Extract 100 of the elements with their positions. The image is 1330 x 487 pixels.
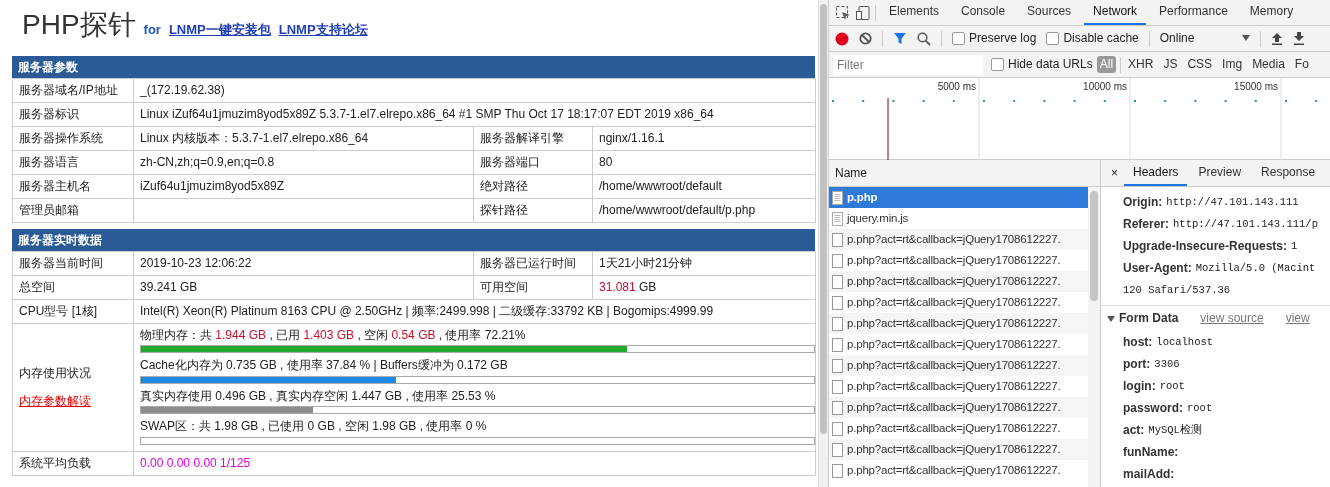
file-icon xyxy=(832,232,843,247)
type-filter[interactable]: CSS xyxy=(1184,56,1216,73)
detail-tab[interactable]: Response xyxy=(1252,160,1325,186)
request-row[interactable]: p.php xyxy=(829,187,1089,208)
caret-icon xyxy=(1241,35,1250,42)
memory-stat-text: 真实内存使用 0.496 GB , 真实内存空闲 1.447 GB , 使用率 25.53 % xyxy=(140,388,496,403)
detail-tab[interactable]: Headers xyxy=(1124,160,1188,186)
document-icon xyxy=(832,211,843,226)
field-name: host: xyxy=(1123,334,1153,350)
value-text: 80 xyxy=(599,155,613,170)
type-filter[interactable]: JS xyxy=(1160,56,1181,73)
throttle-select[interactable]: Online xyxy=(1159,31,1250,46)
value-text: /home/wwwroot/default xyxy=(599,179,722,194)
value-text: Linux iZuf64u1jmuzim8yod5x89Z 5.3.7-1.el7.elrepo.x86_64 #1 SMP Thu Oct 17 18:17:07 EDT 2019 x86_64 xyxy=(140,107,714,122)
filter-field[interactable]: Filter xyxy=(833,54,983,75)
devtools-tab[interactable]: Console xyxy=(952,0,1015,25)
request-row[interactable]: jquery.min.js xyxy=(829,208,1089,229)
checkbox[interactable] xyxy=(991,58,1004,71)
memory-stat-text: 物理内存：共 1.944 GB , 已用 1.403 GB , 空闲 0.54 GB , 使用率 72.21% xyxy=(140,328,526,342)
request-row[interactable]: p.php?act=rt&callback=jQuery1708612227. xyxy=(829,313,1089,334)
disclosure-triangle-icon[interactable] xyxy=(1107,314,1115,323)
devtools-tab[interactable]: Memory xyxy=(1240,0,1303,25)
download-icon[interactable] xyxy=(1292,32,1305,45)
request-row[interactable]: p.php?act=rt&callback=jQuery1708612227. xyxy=(829,229,1089,250)
file-icon xyxy=(832,442,843,457)
tick-label: 10000 ms xyxy=(1083,81,1127,92)
row-label: 内存使用状况 xyxy=(19,365,92,381)
type-filter[interactable]: Media xyxy=(1249,56,1288,73)
file-icon xyxy=(832,274,843,289)
row-label: 服务器主机名 xyxy=(19,179,91,194)
view-link[interactable]: view source xyxy=(1200,311,1264,326)
file-icon xyxy=(832,421,843,436)
inspect-icon[interactable] xyxy=(835,4,851,21)
header-value: http://47.101.143.111/p xyxy=(1173,217,1318,231)
request-row[interactable]: p.php?act=rt&callback=jQuery1708612227. xyxy=(829,355,1089,376)
file-icon xyxy=(832,400,843,415)
value-text: /home/wwwroot/default/p.php xyxy=(599,203,756,218)
row-label: 服务器端口 xyxy=(480,155,540,170)
field-value: MySQL检测 xyxy=(1148,423,1202,437)
checkbox[interactable] xyxy=(1046,32,1060,45)
value-text: 2019-10-23 12:06:22 xyxy=(140,256,252,271)
tick-label: 15000 ms xyxy=(1234,81,1278,92)
page-scrollbar[interactable] xyxy=(818,0,828,487)
request-row[interactable]: p.php?act=rt&callback=jQuery1708612227. xyxy=(829,292,1089,313)
file-icon xyxy=(832,379,843,394)
field-name: act: xyxy=(1123,422,1145,438)
type-filter[interactable]: Img xyxy=(1219,56,1246,73)
list-scrollbar[interactable] xyxy=(1088,187,1100,487)
request-row[interactable]: p.php?act=rt&callback=jQuery1708612227. xyxy=(829,439,1089,460)
detail-tab[interactable]: Preview xyxy=(1189,160,1251,186)
device-icon[interactable] xyxy=(855,4,871,21)
header-link[interactable]: LNMP一键安装包 xyxy=(168,22,271,38)
request-row[interactable]: p.php?act=rt&callback=jQuery1708612227. xyxy=(829,397,1089,418)
field-name: mailAdd: xyxy=(1123,466,1175,482)
request-row[interactable]: p.php?act=rt&callback=jQuery1708612227. xyxy=(829,271,1089,292)
memory-help-link[interactable]: 内存参数解读 xyxy=(19,394,127,409)
request-row[interactable]: p.php?act=rt&callback=jQuery1708612227. xyxy=(829,460,1089,481)
upload-icon[interactable] xyxy=(1270,32,1283,45)
request-row[interactable]: p.php?act=rt&callback=jQuery1708612227. xyxy=(829,250,1089,271)
type-filter[interactable]: XHR xyxy=(1125,56,1157,73)
field-name: password: xyxy=(1123,400,1183,416)
search-icon[interactable] xyxy=(917,31,931,46)
row-label: 服务器当前时间 xyxy=(19,256,103,271)
column-header[interactable]: Name xyxy=(829,160,1100,187)
request-row[interactable]: p.php?act=rt&callback=jQuery1708612227. xyxy=(829,334,1089,355)
value-text: zh-CN,zh;q=0.9,en;q=0.8 xyxy=(140,155,275,170)
header-name: Upgrade-Insecure-Requests: xyxy=(1123,238,1288,254)
view-link[interactable]: view xyxy=(1285,311,1310,326)
field-value: root xyxy=(1187,401,1213,415)
request-row[interactable]: p.php?act=rt&callback=jQuery1708612227. xyxy=(829,418,1089,439)
field-name: login: xyxy=(1123,378,1156,394)
type-filter[interactable]: Fo xyxy=(1291,56,1312,73)
filter-icon[interactable] xyxy=(893,32,907,45)
close-button[interactable]: × xyxy=(1107,165,1122,181)
row-label: 服务器域名/IP地址 xyxy=(19,83,118,98)
value-text: iZuf64u1jmuzim8yod5x89Z xyxy=(140,179,285,194)
devtools-tab[interactable]: Elements xyxy=(880,0,949,25)
checkbox[interactable] xyxy=(952,32,965,45)
file-icon xyxy=(832,253,843,268)
request-row[interactable]: p.php?act=rt&callback=jQuery1708612227. xyxy=(829,376,1089,397)
clear-icon[interactable] xyxy=(859,32,872,45)
devtools-tab[interactable]: Sources xyxy=(1018,0,1081,25)
value-text: 0.00 0.00 0.00 1/125 xyxy=(140,455,251,470)
value-text: 31.081 GB xyxy=(599,280,657,295)
section-title: Form Data xyxy=(1119,311,1179,326)
file-icon xyxy=(832,316,843,331)
checkbox-label: Preserve log xyxy=(969,31,1037,46)
header-value: 120 Safari/537.36 xyxy=(1123,283,1231,297)
header-link[interactable]: LNMP支持论坛 xyxy=(278,22,368,38)
field-value: root xyxy=(1159,379,1185,393)
devtools-tab[interactable]: Network xyxy=(1084,0,1147,25)
devtools-tab[interactable]: Performance xyxy=(1150,0,1237,25)
row-label: 服务器语言 xyxy=(19,155,79,170)
row-label: 服务器标识 xyxy=(19,107,79,122)
record-icon[interactable] xyxy=(835,31,849,46)
tagline-text: for xyxy=(143,22,161,38)
header-value: Mozilla/5.0 (Macint xyxy=(1195,261,1316,275)
field-name: funName: xyxy=(1123,444,1179,460)
field-value: 3306 xyxy=(1154,357,1180,371)
file-icon xyxy=(832,358,843,373)
